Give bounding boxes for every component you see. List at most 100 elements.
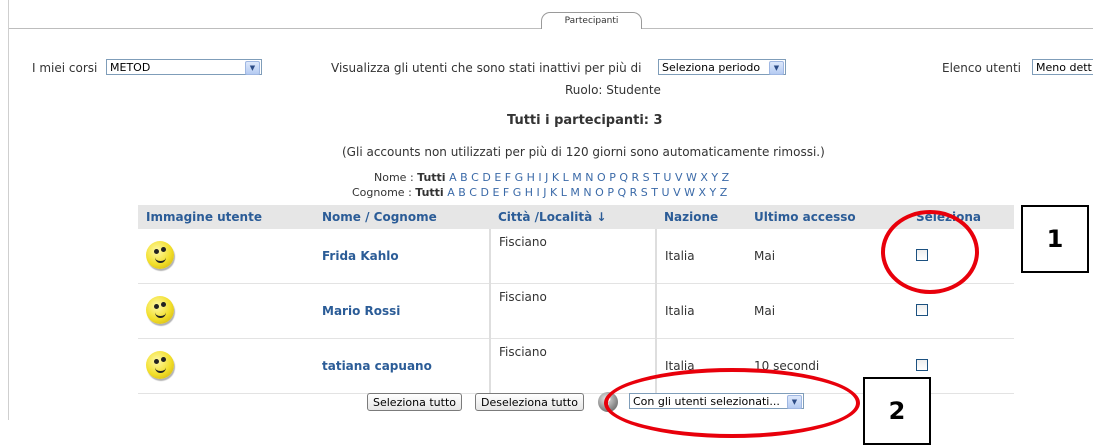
table-row: Mario Rossi Fisciano Italia Mai	[138, 283, 1014, 339]
courses-select-value: METOD	[110, 61, 151, 74]
last-name-letter-link[interactable]: Z	[720, 186, 728, 199]
first-name-letter-link[interactable]: F	[505, 171, 511, 184]
inactive-period-select[interactable]: Seleziona periodo ▼	[658, 59, 786, 75]
last-name-letter-link[interactable]: G	[513, 186, 522, 199]
smiley-avatar-icon	[146, 240, 174, 269]
role-text: Ruolo: Studente	[565, 83, 661, 97]
first-name-letter-link[interactable]: W	[686, 171, 697, 184]
last-name-letter-link[interactable]: Y	[710, 186, 717, 199]
first-name-letter-link[interactable]: L	[563, 171, 569, 184]
first-name-letter-link[interactable]: Z	[722, 171, 730, 184]
last-name-letter-link[interactable]: I	[537, 186, 540, 199]
first-name-letter-link[interactable]: H	[527, 171, 535, 184]
first-name-letter-link[interactable]: Y	[711, 171, 718, 184]
first-name-letter-link[interactable]: K	[552, 171, 559, 184]
smiley-avatar-icon	[146, 350, 174, 379]
last-name-letter-link[interactable]: V	[673, 186, 681, 199]
last-name-filter: Cognome : Tutti A B C D E F G H I J K L …	[352, 186, 727, 199]
last-name-letter-link[interactable]: K	[550, 186, 557, 199]
chevron-down-icon: ▼	[769, 61, 784, 75]
last-name-letter-link[interactable]: L	[561, 186, 567, 199]
last-name-letter-link[interactable]: O	[595, 186, 604, 199]
annotation-callout-1: 1	[1021, 205, 1089, 273]
first-name-letter-link[interactable]: M	[572, 171, 582, 184]
first-name-letter-link[interactable]: J	[545, 171, 548, 184]
courses-select[interactable]: METOD ▼	[106, 59, 262, 75]
table-header-row: Immagine utente Nome / Cognome Città /Lo…	[138, 205, 1014, 229]
annotation-callout-2: 2	[863, 377, 931, 445]
header-city[interactable]: Città /Località ↓	[490, 205, 656, 229]
last-name-letter-link[interactable]: A	[447, 186, 455, 199]
first-name-filter: Nome : Tutti A B C D E F G H I J K L M N…	[374, 171, 729, 184]
last-name-letter-link[interactable]: E	[492, 186, 499, 199]
first-name-letter-link[interactable]: B	[460, 171, 468, 184]
select-user-checkbox[interactable]	[916, 358, 928, 371]
user-city: Fisciano	[489, 283, 657, 339]
first-name-letter-link[interactable]: N	[585, 171, 593, 184]
first-name-letter-link[interactable]: O	[597, 171, 606, 184]
annotation-highlight-ellipse-2	[604, 368, 860, 438]
last-name-letter-link[interactable]: B	[458, 186, 466, 199]
first-name-letter-link[interactable]: P	[609, 171, 616, 184]
last-name-letter-link[interactable]: W	[684, 186, 695, 199]
inactive-period-value: Seleziona periodo	[662, 61, 761, 74]
user-country: Italia	[656, 283, 746, 339]
last-name-letter-link[interactable]: Q	[617, 186, 626, 199]
last-name-filter-label: Cognome :	[352, 186, 412, 199]
first-name-letter-link[interactable]: V	[675, 171, 683, 184]
first-name-letter-link[interactable]: S	[643, 171, 650, 184]
last-name-filter-all[interactable]: Tutti	[415, 186, 443, 199]
last-name-letter-link[interactable]: R	[630, 186, 638, 199]
first-name-letter-link[interactable]: U	[663, 171, 671, 184]
accounts-note: (Gli accounts non utilizzati per più di …	[342, 145, 825, 159]
last-name-letter-link[interactable]: X	[698, 186, 706, 199]
user-name-link[interactable]: Frida Kahlo	[314, 229, 490, 284]
last-name-letter-link[interactable]: U	[662, 186, 670, 199]
last-name-letter-link[interactable]: T	[651, 186, 658, 199]
last-name-letter-link[interactable]: D	[480, 186, 488, 199]
last-name-letter-link[interactable]: P	[607, 186, 614, 199]
page-left-border	[8, 0, 9, 420]
header-user-image: Immagine utente	[138, 205, 314, 229]
header-last-access[interactable]: Ultimo accesso	[746, 205, 908, 229]
deselect-all-button[interactable]: Deseleziona tutto	[475, 393, 584, 411]
user-list-label: Elenco utenti	[942, 61, 1021, 75]
first-name-letter-link[interactable]: C	[471, 171, 479, 184]
user-name-link[interactable]: tatiana capuano	[314, 338, 490, 394]
annotation-highlight-ellipse-1	[881, 210, 979, 294]
first-name-letter-link[interactable]: D	[482, 171, 490, 184]
last-name-letter-link[interactable]: F	[503, 186, 509, 199]
inactive-label: Visualizza gli utenti che sono stati ina…	[331, 61, 642, 75]
select-user-checkbox[interactable]	[916, 303, 928, 316]
user-list-select[interactable]: Meno dett	[1032, 59, 1093, 75]
last-name-letter-link[interactable]: S	[641, 186, 648, 199]
participants-table: Immagine utente Nome / Cognome Città /Lo…	[138, 205, 1014, 394]
first-name-letter-link[interactable]: A	[449, 171, 457, 184]
participants-total: Tutti i partecipanti: 3	[507, 113, 663, 128]
first-name-letter-link[interactable]: R	[632, 171, 640, 184]
header-country[interactable]: Nazione	[656, 205, 746, 229]
user-city: Fisciano	[489, 229, 657, 284]
user-name-link[interactable]: Mario Rossi	[314, 283, 490, 339]
header-name[interactable]: Nome / Cognome	[314, 205, 490, 229]
user-image-cell	[138, 338, 314, 394]
last-name-letter-link[interactable]: J	[543, 186, 546, 199]
tab-partecipanti[interactable]: Partecipanti	[541, 12, 642, 29]
last-name-letter-link[interactable]: N	[583, 186, 591, 199]
first-name-letter-link[interactable]: T	[653, 171, 660, 184]
last-name-letter-link[interactable]: M	[570, 186, 580, 199]
select-all-button[interactable]: Seleziona tutto	[367, 393, 462, 411]
first-name-letter-link[interactable]: I	[538, 171, 541, 184]
first-name-letter-link[interactable]: Q	[619, 171, 628, 184]
last-name-letter-link[interactable]: H	[525, 186, 533, 199]
user-image-cell	[138, 229, 314, 284]
first-name-letter-link[interactable]: X	[700, 171, 708, 184]
user-image-cell	[138, 283, 314, 339]
smiley-avatar-icon	[146, 295, 174, 324]
first-name-letter-link[interactable]: E	[494, 171, 501, 184]
courses-label: I miei corsi	[32, 61, 98, 75]
first-name-letter-link[interactable]: G	[515, 171, 524, 184]
user-country: Italia	[656, 229, 746, 284]
last-name-letter-link[interactable]: C	[469, 186, 477, 199]
first-name-filter-all[interactable]: Tutti	[417, 171, 445, 184]
